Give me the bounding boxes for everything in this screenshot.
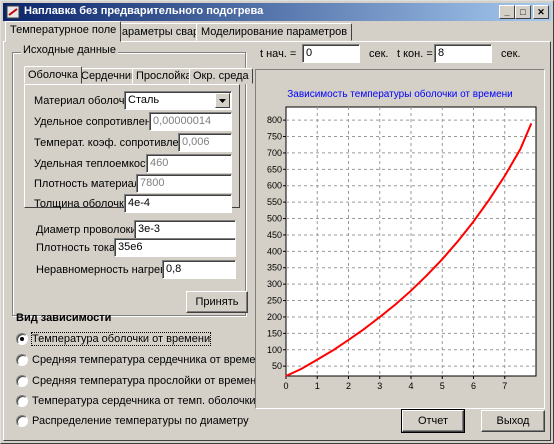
t-start-field[interactable]: 0 bbox=[302, 44, 360, 63]
title-bar: Наплавка без предварительного подогрева … bbox=[3, 3, 551, 21]
t-end-label: t кон. = bbox=[397, 48, 433, 60]
dependency-option-4[interactable]: Распределение температуры по диаметру bbox=[32, 415, 249, 427]
material-label: Материал оболочки: bbox=[34, 95, 139, 107]
t-start-unit: сек. bbox=[369, 48, 389, 60]
close-button[interactable]: ✕ bbox=[533, 5, 549, 19]
density-field[interactable]: 7800 bbox=[136, 174, 232, 193]
y-tick-label: 550 bbox=[267, 197, 282, 207]
y-tick-label: 650 bbox=[267, 164, 282, 174]
y-tick-label: 50 bbox=[272, 361, 282, 371]
current-density-field[interactable]: 35e6 bbox=[114, 238, 236, 257]
temp-coef-field[interactable]: 0,006 bbox=[178, 133, 232, 152]
wire-diameter-field[interactable]: 3e-3 bbox=[134, 220, 236, 239]
x-tick-label: 3 bbox=[377, 381, 382, 391]
app-icon bbox=[6, 5, 20, 19]
dependency-option-2[interactable]: Средняя температура прослойки от времени bbox=[32, 375, 262, 387]
wire-diameter-label: Диаметр проволоки bbox=[36, 224, 137, 236]
dependency-option-3[interactable]: Температура сердечника от темп. оболочки bbox=[32, 395, 256, 407]
material-value: Сталь bbox=[128, 94, 160, 106]
resistivity-field[interactable]: 0,00000014 bbox=[149, 112, 232, 131]
material-select[interactable]: Сталь bbox=[124, 91, 232, 110]
current-density-label: Плотность тока bbox=[36, 242, 116, 254]
dependency-option-1[interactable]: Средняя температура сердечника от времен… bbox=[32, 354, 268, 366]
exit-button[interactable]: Выход bbox=[481, 410, 545, 432]
nonuniformity-field[interactable]: 0,8 bbox=[162, 260, 236, 279]
heat-capacity-label: Удельная теплоемкость bbox=[34, 158, 157, 170]
y-tick-label: 800 bbox=[267, 115, 282, 125]
y-tick-label: 600 bbox=[267, 181, 282, 191]
temperature-chart: Зависимость температуры оболочки от врем… bbox=[267, 88, 537, 391]
y-tick-label: 100 bbox=[267, 345, 282, 355]
nonuniformity-label: Неравномерность нагрева bbox=[36, 264, 172, 276]
x-tick-label: 0 bbox=[283, 381, 288, 391]
source-data-label: Исходные данные bbox=[21, 44, 118, 56]
subtab-core[interactable]: Сердечник bbox=[77, 68, 140, 84]
x-tick-label: 6 bbox=[471, 381, 476, 391]
x-tick-label: 2 bbox=[346, 381, 351, 391]
thickness-field[interactable]: 4e-4 bbox=[124, 194, 232, 213]
t-start-label: t нач. = bbox=[260, 48, 297, 60]
tab-temperature-field[interactable]: Температурное поле bbox=[5, 21, 122, 42]
dependency-radio-1[interactable] bbox=[16, 354, 28, 366]
chevron-down-icon[interactable] bbox=[215, 93, 230, 108]
x-tick-label: 7 bbox=[502, 381, 507, 391]
y-tick-label: 250 bbox=[267, 296, 282, 306]
y-tick-label: 350 bbox=[267, 263, 282, 273]
thickness-label: Толщина оболочки bbox=[34, 198, 130, 210]
y-tick-label: 150 bbox=[267, 328, 282, 338]
t-end-field[interactable]: 8 bbox=[434, 44, 492, 63]
y-tick-label: 400 bbox=[267, 246, 282, 256]
apply-button[interactable]: Принять bbox=[186, 291, 248, 313]
x-tick-label: 1 bbox=[315, 381, 320, 391]
y-tick-label: 300 bbox=[267, 279, 282, 289]
subtab-environment[interactable]: Окр. среда bbox=[189, 68, 253, 84]
chart-title: Зависимость температуры оболочки от врем… bbox=[287, 88, 513, 100]
report-button[interactable]: Отчет bbox=[401, 409, 465, 433]
main-window: Наплавка без предварительного подогрева … bbox=[0, 0, 554, 444]
minimize-button[interactable]: _ bbox=[499, 5, 515, 19]
window-title: Наплавка без предварительного подогрева bbox=[24, 5, 264, 17]
subtab-shell[interactable]: Оболочка bbox=[24, 66, 83, 84]
density-label: Плотность материала bbox=[34, 178, 147, 190]
subtab-interlayer[interactable]: Прослойка bbox=[132, 68, 196, 84]
dependency-radio-2[interactable] bbox=[16, 375, 28, 387]
temp-coef-label: Температ. коэф. сопротивления bbox=[34, 137, 197, 149]
resistivity-label: Удельное сопротивление bbox=[34, 116, 164, 128]
x-tick-label: 4 bbox=[408, 381, 413, 391]
y-tick-label: 450 bbox=[267, 230, 282, 240]
dependency-option-0[interactable]: Температура оболочки от времени bbox=[30, 332, 212, 346]
dependency-radio-0[interactable] bbox=[16, 333, 28, 345]
dependency-radio-4[interactable] bbox=[16, 415, 28, 427]
heat-capacity-field[interactable]: 460 bbox=[146, 154, 232, 173]
y-tick-label: 750 bbox=[267, 132, 282, 142]
dropdown-arrow-icon bbox=[219, 99, 226, 103]
y-tick-label: 200 bbox=[267, 312, 282, 322]
t-end-unit: сек. bbox=[501, 48, 521, 60]
maximize-button[interactable]: □ bbox=[515, 5, 531, 19]
y-tick-label: 700 bbox=[267, 148, 282, 158]
x-tick-label: 5 bbox=[440, 381, 445, 391]
dependency-title: Вид зависимости bbox=[16, 312, 112, 324]
dependency-radio-3[interactable] bbox=[16, 395, 28, 407]
chart-panel: Зависимость температуры оболочки от врем… bbox=[255, 69, 545, 409]
y-tick-label: 500 bbox=[267, 214, 282, 224]
tab-params-modeling[interactable]: Моделирование параметров bbox=[196, 23, 353, 41]
